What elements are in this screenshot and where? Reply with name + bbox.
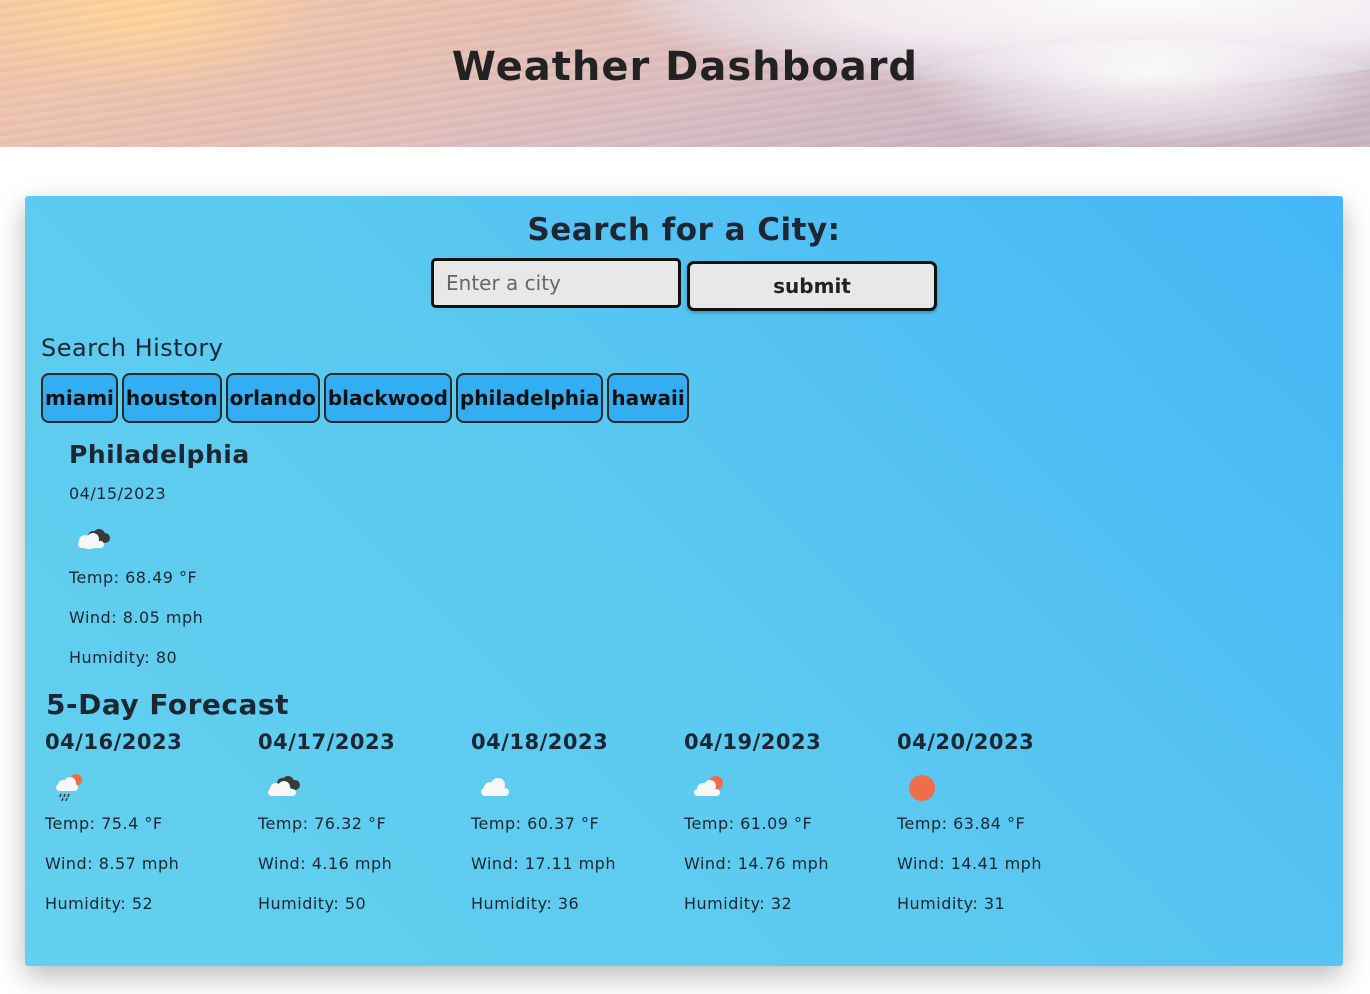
forecast-heading: 5-Day Forecast [46, 688, 289, 721]
broken-clouds-icon [268, 776, 300, 796]
submit-button[interactable]: submit [687, 261, 937, 311]
history-button-houston[interactable]: houston [121, 373, 222, 423]
forecast-date: 04/19/2023 [684, 730, 822, 754]
forecast-wind: Wind: 14.76 mph [684, 854, 829, 873]
history-button-hawaii[interactable]: hawaii [607, 373, 689, 423]
forecast-card: 04/17/2023 Temp: 76.32 °F Wind: 4.16 mph… [258, 730, 458, 930]
forecast-date: 04/20/2023 [897, 730, 1035, 754]
search-heading: Search for a City: [527, 212, 841, 248]
search-history-list: miami houston orlando blackwood philadel… [41, 373, 689, 423]
history-button-miami[interactable]: miami [41, 373, 118, 423]
current-wind: Wind: 8.05 mph [69, 608, 204, 627]
forecast-humidity: Humidity: 50 [258, 894, 367, 913]
forecast-wind: Wind: 17.11 mph [471, 854, 616, 873]
forecast-temp: Temp: 61.09 °F [684, 814, 813, 833]
forecast-card: 04/18/2023 Temp: 60.37 °F Wind: 17.11 mp… [471, 730, 671, 930]
current-humidity: Humidity: 80 [69, 648, 178, 667]
page-title: Weather Dashboard [451, 44, 919, 90]
current-weather: Philadelphia 04/15/2023 Temp: 68.49 °F W… [69, 440, 250, 667]
forecast-temp: Temp: 76.32 °F [258, 814, 387, 833]
search-history-heading: Search History [41, 334, 224, 362]
forecast-date: 04/17/2023 [258, 730, 396, 754]
broken-clouds-icon [78, 529, 110, 549]
forecast-wind: Wind: 4.16 mph [258, 854, 393, 873]
history-button-blackwood[interactable]: blackwood [323, 373, 452, 423]
forecast-humidity: Humidity: 52 [45, 894, 154, 913]
current-city-name: Philadelphia [69, 440, 250, 469]
forecast-date: 04/16/2023 [45, 730, 183, 754]
forecast-card: 04/20/2023 Temp: 63.84 °F Wind: 14.41 mp… [897, 730, 1097, 930]
forecast-temp: Temp: 63.84 °F [897, 814, 1026, 833]
sun-icon [909, 775, 935, 801]
forecast-humidity: Humidity: 32 [684, 894, 793, 913]
forecast-date: 04/18/2023 [471, 730, 609, 754]
current-date: 04/15/2023 [69, 484, 167, 503]
header-banner: Weather Dashboard [0, 0, 1370, 147]
main-panel: Search for a City: submit Search History… [25, 196, 1343, 966]
forecast-card: 04/16/2023 Temp: 75.4 °F Wind: 8.57 mph … [45, 730, 245, 930]
forecast-temp: Temp: 75.4 °F [45, 814, 163, 833]
city-search-input[interactable] [431, 258, 681, 308]
rain-icon [56, 774, 82, 802]
history-button-philadelphia[interactable]: philadelphia [455, 373, 604, 423]
cloud-icon [481, 778, 509, 796]
history-button-orlando[interactable]: orlando [225, 373, 320, 423]
few-clouds-icon [694, 776, 723, 796]
forecast-wind: Wind: 14.41 mph [897, 854, 1042, 873]
forecast-card: 04/19/2023 Temp: 61.09 °F Wind: 14.76 mp… [684, 730, 884, 930]
current-temp: Temp: 68.49 °F [69, 568, 198, 587]
forecast-humidity: Humidity: 31 [897, 894, 1006, 913]
forecast-wind: Wind: 8.57 mph [45, 854, 180, 873]
forecast-temp: Temp: 60.37 °F [471, 814, 600, 833]
forecast-humidity: Humidity: 36 [471, 894, 580, 913]
